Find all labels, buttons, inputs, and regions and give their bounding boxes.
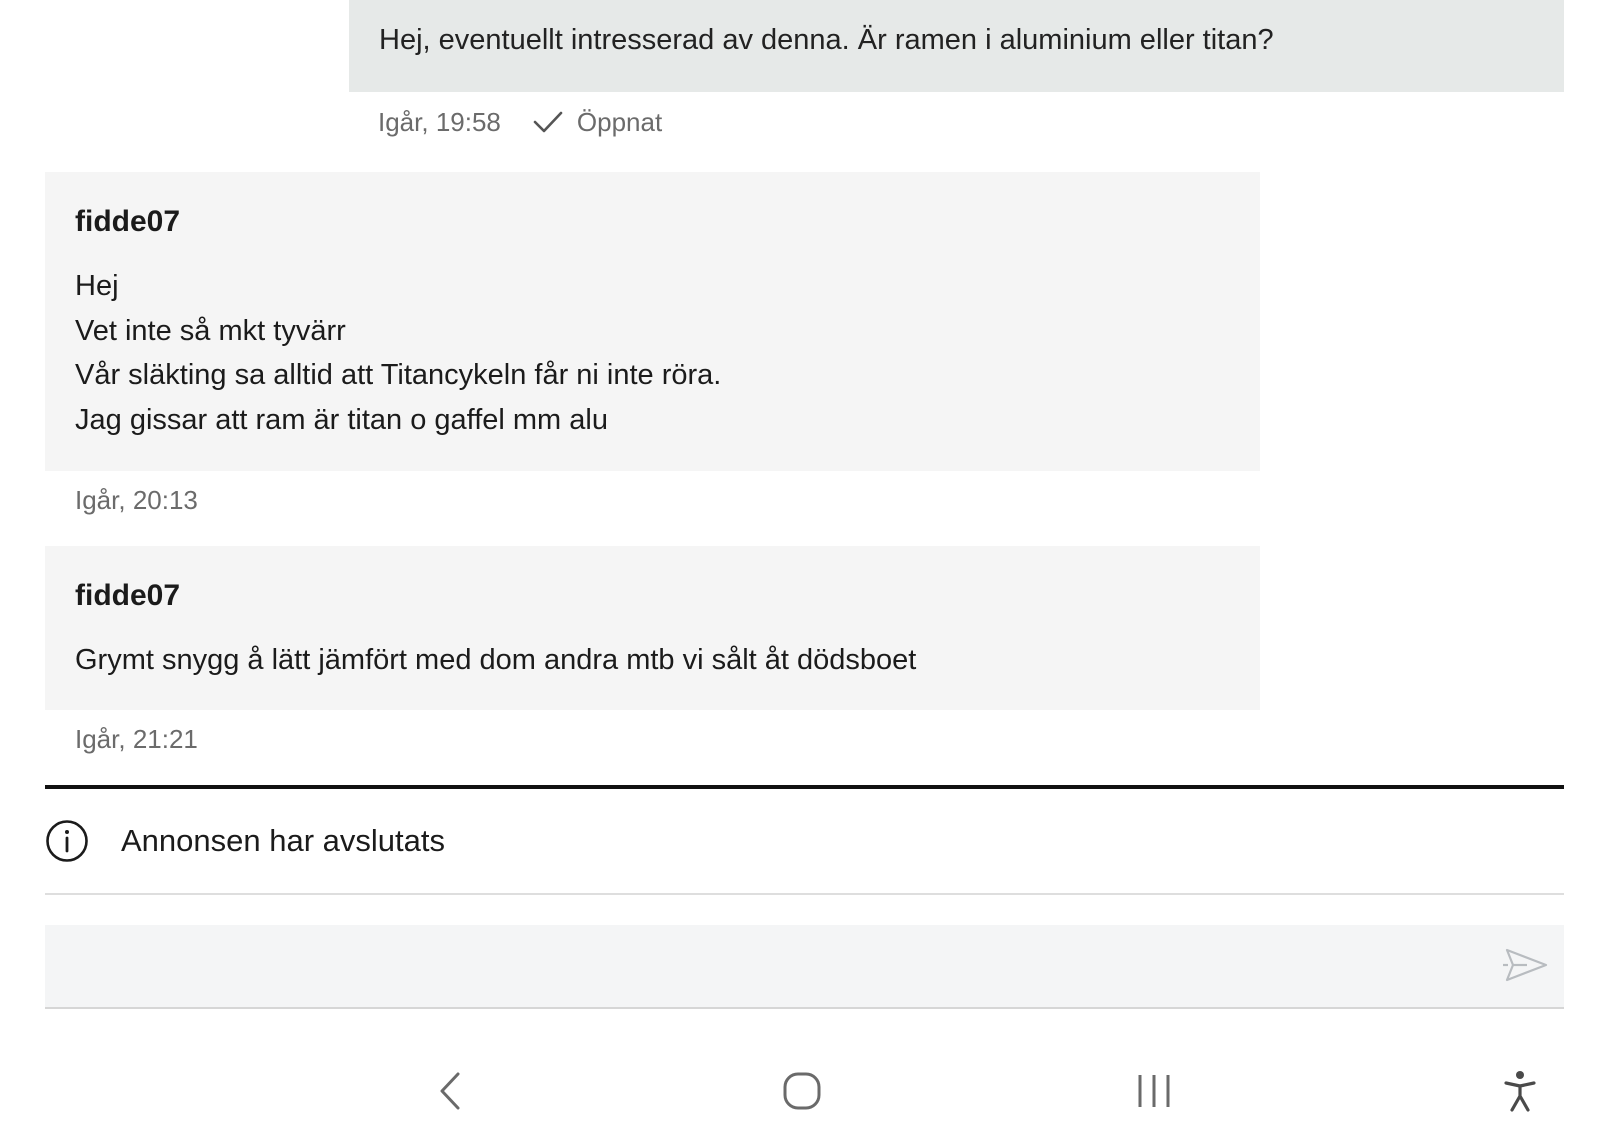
outgoing-message-time: Igår, 19:58 bbox=[378, 106, 501, 137]
message-body: Grymt snygg å lätt jämfört med dom andra… bbox=[75, 638, 1230, 683]
outgoing-message-meta: Igår, 19:58 Öppnat bbox=[378, 102, 662, 142]
nav-recents-button[interactable] bbox=[1126, 1068, 1182, 1118]
send-icon bbox=[1503, 946, 1549, 989]
message-line: Vår släkting sa alltid att Titancykeln f… bbox=[75, 359, 722, 391]
notice-divider bbox=[45, 893, 1564, 895]
incoming-message-bubble: fidde07 Hej Vet inte så mkt tyvärr Vår s… bbox=[45, 172, 1260, 471]
accessibility-icon bbox=[1502, 1069, 1538, 1118]
message-composer bbox=[45, 925, 1564, 1009]
message-sender: fidde07 bbox=[75, 579, 181, 612]
message-sender: fidde07 bbox=[75, 205, 181, 238]
read-status: Öppnat bbox=[576, 106, 663, 137]
outgoing-message-text: Hej, eventuellt intresserad av denna. Är… bbox=[379, 24, 1274, 56]
message-line: Vet inte så mkt tyvärr bbox=[75, 314, 346, 347]
incoming-message-time: Igår, 21:21 bbox=[75, 724, 198, 754]
send-button[interactable] bbox=[1502, 943, 1550, 991]
message-input[interactable] bbox=[69, 925, 1453, 1009]
incoming-message-time: Igår, 20:13 bbox=[75, 485, 198, 515]
message-line: Hej bbox=[75, 270, 119, 302]
nav-back-button[interactable] bbox=[421, 1068, 477, 1118]
message-line: Jag gissar att ram är titan o gaffel mm … bbox=[75, 403, 608, 436]
nav-home-button[interactable] bbox=[774, 1068, 830, 1118]
message-body: Hej Vet inte så mkt tyvärr Vår släkting … bbox=[75, 264, 1230, 442]
section-divider bbox=[45, 785, 1564, 789]
incoming-message-bubble: fidde07 Grymt snygg å lätt jämfört med d… bbox=[45, 546, 1260, 710]
message-line: Grymt snygg å lätt jämfört med dom andra… bbox=[75, 644, 917, 676]
home-icon bbox=[782, 1071, 822, 1116]
notice-text: Annonsen har avslutats bbox=[121, 823, 445, 858]
outgoing-message-bubble: Hej, eventuellt intresserad av denna. Är… bbox=[349, 0, 1564, 92]
ad-closed-notice: Annonsen har avslutats bbox=[45, 818, 445, 864]
checkmark-icon bbox=[531, 107, 565, 137]
recent-apps-icon bbox=[1134, 1072, 1174, 1115]
nav-accessibility-button[interactable] bbox=[1492, 1068, 1548, 1118]
info-icon bbox=[45, 819, 89, 863]
back-icon bbox=[434, 1070, 464, 1117]
